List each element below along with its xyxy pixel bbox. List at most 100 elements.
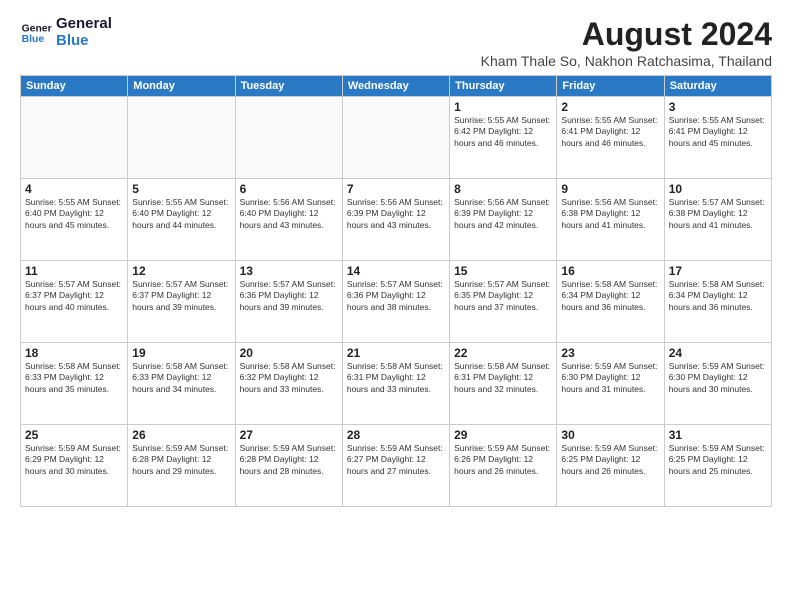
day-info: Sunrise: 5:55 AM Sunset: 6:41 PM Dayligh…	[561, 115, 659, 149]
day-info: Sunrise: 5:59 AM Sunset: 6:30 PM Dayligh…	[669, 361, 767, 395]
day-info: Sunrise: 5:58 AM Sunset: 6:33 PM Dayligh…	[132, 361, 230, 395]
logo-icon: General Blue	[20, 17, 52, 49]
weekday-saturday: Saturday	[664, 76, 771, 97]
day-number: 9	[561, 182, 659, 196]
calendar-cell: 8Sunrise: 5:56 AM Sunset: 6:39 PM Daylig…	[450, 179, 557, 261]
day-number: 7	[347, 182, 445, 196]
calendar-cell: 3Sunrise: 5:55 AM Sunset: 6:41 PM Daylig…	[664, 97, 771, 179]
day-info: Sunrise: 5:59 AM Sunset: 6:27 PM Dayligh…	[347, 443, 445, 477]
day-number: 2	[561, 100, 659, 114]
calendar-cell: 7Sunrise: 5:56 AM Sunset: 6:39 PM Daylig…	[342, 179, 449, 261]
calendar-cell: 1Sunrise: 5:55 AM Sunset: 6:42 PM Daylig…	[450, 97, 557, 179]
weekday-friday: Friday	[557, 76, 664, 97]
day-info: Sunrise: 5:55 AM Sunset: 6:41 PM Dayligh…	[669, 115, 767, 149]
calendar-cell: 4Sunrise: 5:55 AM Sunset: 6:40 PM Daylig…	[21, 179, 128, 261]
calendar-week-3: 18 Sunrise: 5:58 AM Sunset: 6:33 PM Dayli…	[21, 343, 772, 425]
calendar-cell: 18Sunrise: 5:58 AM Sunset: 6:33 PM Dayli…	[21, 343, 128, 425]
day-info: Sunrise: 5:59 AM Sunset: 6:28 PM Dayligh…	[132, 443, 230, 477]
day-info: Sunrise: 5:59 AM Sunset: 6:25 PM Dayligh…	[669, 443, 767, 477]
day-number: 6	[240, 182, 338, 196]
day-info: Sunrise: 5:59 AM Sunset: 6:29 PM Dayligh…	[25, 443, 123, 477]
day-info: Sunrise: 5:57 AM Sunset: 6:38 PM Dayligh…	[669, 197, 767, 231]
day-info: Sunrise: 5:56 AM Sunset: 6:38 PM Dayligh…	[561, 197, 659, 231]
day-info: Sunrise: 5:57 AM Sunset: 6:36 PM Dayligh…	[347, 279, 445, 313]
calendar-cell: 6Sunrise: 5:56 AM Sunset: 6:40 PM Daylig…	[235, 179, 342, 261]
calendar-cell: 14Sunrise: 5:57 AM Sunset: 6:36 PM Dayli…	[342, 261, 449, 343]
day-number: 31	[669, 428, 767, 442]
day-number: 22	[454, 346, 552, 360]
calendar-cell	[235, 97, 342, 179]
day-info: Sunrise: 5:58 AM Sunset: 6:32 PM Dayligh…	[240, 361, 338, 395]
page-header: General Blue General Blue August 2024 Kh…	[20, 16, 772, 69]
logo: General Blue General Blue	[20, 16, 112, 49]
day-number: 21	[347, 346, 445, 360]
day-number: 29	[454, 428, 552, 442]
calendar: Sunday Monday Tuesday Wednesday Thursday…	[20, 75, 772, 507]
day-info: Sunrise: 5:59 AM Sunset: 6:30 PM Dayligh…	[561, 361, 659, 395]
day-number: 13	[240, 264, 338, 278]
calendar-cell: 24Sunrise: 5:59 AM Sunset: 6:30 PM Dayli…	[664, 343, 771, 425]
calendar-cell: 28Sunrise: 5:59 AM Sunset: 6:27 PM Dayli…	[342, 425, 449, 507]
calendar-cell: 15Sunrise: 5:57 AM Sunset: 6:35 PM Dayli…	[450, 261, 557, 343]
day-info: Sunrise: 5:55 AM Sunset: 6:40 PM Dayligh…	[132, 197, 230, 231]
calendar-cell: 25Sunrise: 5:59 AM Sunset: 6:29 PM Dayli…	[21, 425, 128, 507]
day-number: 23	[561, 346, 659, 360]
day-number: 14	[347, 264, 445, 278]
calendar-cell: 5Sunrise: 5:55 AM Sunset: 6:40 PM Daylig…	[128, 179, 235, 261]
day-number: 28	[347, 428, 445, 442]
day-info: Sunrise: 5:55 AM Sunset: 6:42 PM Dayligh…	[454, 115, 552, 149]
calendar-cell: 29Sunrise: 5:59 AM Sunset: 6:26 PM Dayli…	[450, 425, 557, 507]
day-number: 27	[240, 428, 338, 442]
day-info: Sunrise: 5:58 AM Sunset: 6:31 PM Dayligh…	[347, 361, 445, 395]
calendar-week-4: 25Sunrise: 5:59 AM Sunset: 6:29 PM Dayli…	[21, 425, 772, 507]
calendar-cell: 11Sunrise: 5:57 AM Sunset: 6:37 PM Dayli…	[21, 261, 128, 343]
calendar-cell: 9Sunrise: 5:56 AM Sunset: 6:38 PM Daylig…	[557, 179, 664, 261]
calendar-cell: 27Sunrise: 5:59 AM Sunset: 6:28 PM Dayli…	[235, 425, 342, 507]
title-block: August 2024 Kham Thale So, Nakhon Ratcha…	[481, 16, 772, 69]
logo-line2: Blue	[56, 33, 112, 50]
day-number: 20	[240, 346, 338, 360]
day-number: 18	[25, 346, 123, 360]
calendar-cell: 17Sunrise: 5:58 AM Sunset: 6:34 PM Dayli…	[664, 261, 771, 343]
day-info: Sunrise: 5:56 AM Sunset: 6:39 PM Dayligh…	[454, 197, 552, 231]
day-number: 15	[454, 264, 552, 278]
day-number: 16	[561, 264, 659, 278]
day-number: 24	[669, 346, 767, 360]
weekday-sunday: Sunday	[21, 76, 128, 97]
day-number: 8	[454, 182, 552, 196]
day-info: Sunrise: 5:56 AM Sunset: 6:40 PM Dayligh…	[240, 197, 338, 231]
calendar-cell	[128, 97, 235, 179]
calendar-cell: 19Sunrise: 5:58 AM Sunset: 6:33 PM Dayli…	[128, 343, 235, 425]
weekday-thursday: Thursday	[450, 76, 557, 97]
day-info: Sunrise: 5:57 AM Sunset: 6:37 PM Dayligh…	[25, 279, 123, 313]
day-info: Sunrise: 5:59 AM Sunset: 6:25 PM Dayligh…	[561, 443, 659, 477]
day-number: 25	[25, 428, 123, 442]
calendar-cell: 2Sunrise: 5:55 AM Sunset: 6:41 PM Daylig…	[557, 97, 664, 179]
day-number: 3	[669, 100, 767, 114]
logo-line1: General	[56, 16, 112, 33]
month-year: August 2024	[481, 16, 772, 53]
day-number: 11	[25, 264, 123, 278]
calendar-cell: 12Sunrise: 5:57 AM Sunset: 6:37 PM Dayli…	[128, 261, 235, 343]
calendar-cell: 13Sunrise: 5:57 AM Sunset: 6:36 PM Dayli…	[235, 261, 342, 343]
calendar-week-2: 11Sunrise: 5:57 AM Sunset: 6:37 PM Dayli…	[21, 261, 772, 343]
calendar-cell: 31Sunrise: 5:59 AM Sunset: 6:25 PM Dayli…	[664, 425, 771, 507]
calendar-cell: 22Sunrise: 5:58 AM Sunset: 6:31 PM Dayli…	[450, 343, 557, 425]
day-info: Sunrise: 5:58 AM Sunset: 6:34 PM Dayligh…	[561, 279, 659, 313]
day-info: Sunrise: 5:55 AM Sunset: 6:40 PM Dayligh…	[25, 197, 123, 231]
weekday-wednesday: Wednesday	[342, 76, 449, 97]
calendar-cell: 21Sunrise: 5:58 AM Sunset: 6:31 PM Dayli…	[342, 343, 449, 425]
calendar-cell: 26Sunrise: 5:59 AM Sunset: 6:28 PM Dayli…	[128, 425, 235, 507]
calendar-cell	[342, 97, 449, 179]
day-number: 1	[454, 100, 552, 114]
day-info: Sunrise: 5:56 AM Sunset: 6:39 PM Dayligh…	[347, 197, 445, 231]
weekday-monday: Monday	[128, 76, 235, 97]
day-number: 5	[132, 182, 230, 196]
day-info: Sunrise: 5:57 AM Sunset: 6:36 PM Dayligh…	[240, 279, 338, 313]
day-info: Sunrise: 5:58 AM Sunset: 6:31 PM Dayligh…	[454, 361, 552, 395]
day-info: Sunrise: 5:58 AM Sunset: 6:34 PM Dayligh…	[669, 279, 767, 313]
day-number: 26	[132, 428, 230, 442]
day-number: 10	[669, 182, 767, 196]
day-info: Sunrise: 5:59 AM Sunset: 6:26 PM Dayligh…	[454, 443, 552, 477]
day-info: Sunrise: 5:59 AM Sunset: 6:28 PM Dayligh…	[240, 443, 338, 477]
